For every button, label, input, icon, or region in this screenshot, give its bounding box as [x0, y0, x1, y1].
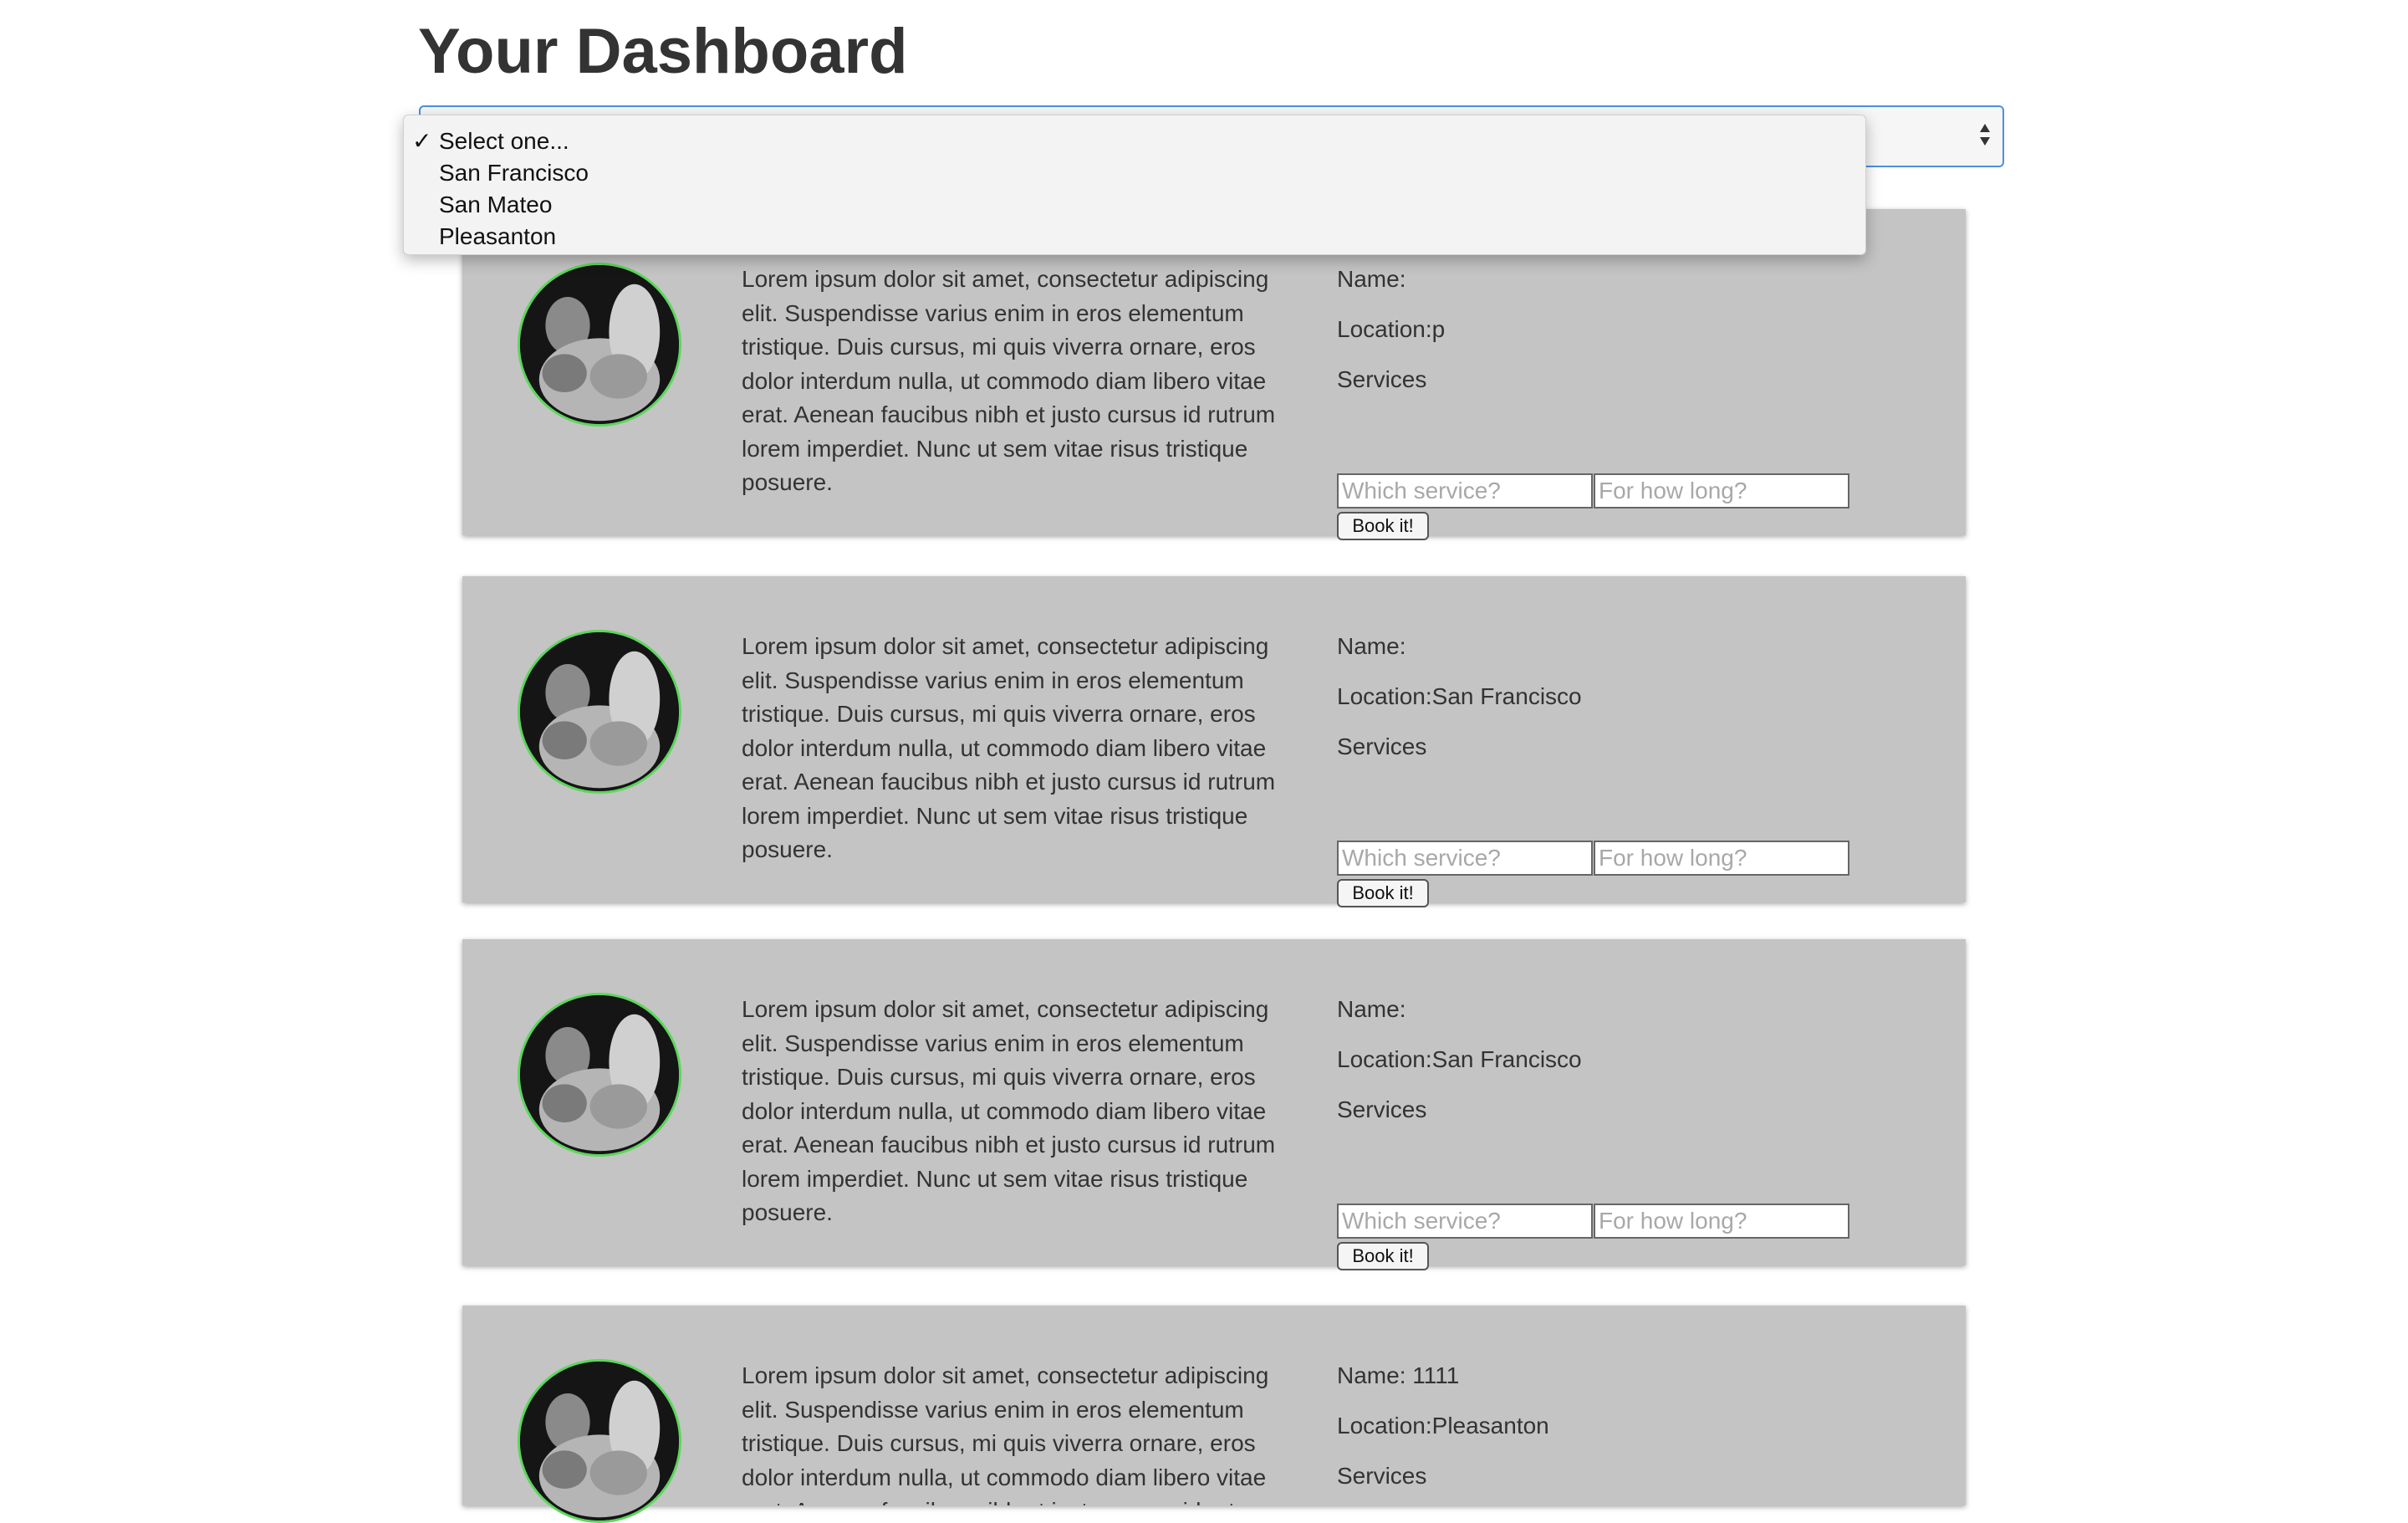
dropdown-option-san-mateo[interactable]: San Mateo [404, 189, 1865, 221]
trainer-location: Location:p [1337, 316, 1446, 342]
page-title: Your Dashboard [418, 16, 908, 87]
trainer-services: Services [1337, 1463, 1427, 1489]
dropdown-option-pleasanton[interactable]: Pleasanton [404, 221, 1865, 253]
option-label: Pleasanton [439, 223, 557, 249]
service-input[interactable] [1337, 1204, 1593, 1239]
duration-input[interactable] [1594, 1204, 1849, 1239]
trainer-name: Name: [1337, 266, 1406, 292]
dropdown-option-select-one[interactable]: ✓ Select one... [404, 125, 1865, 157]
trainer-location: Location:San Francisco [1337, 683, 1582, 709]
trainer-photo-icon [520, 265, 679, 424]
option-label: San Francisco [439, 160, 589, 186]
book-button[interactable]: Book it! [1337, 1242, 1429, 1270]
checkmark-icon: ✓ [412, 128, 432, 154]
duration-input[interactable] [1594, 473, 1849, 509]
trainer-services: Services [1337, 366, 1427, 392]
trainer-photo-icon [520, 632, 679, 791]
trainer-name: Name: [1337, 633, 1406, 659]
trainer-description: Lorem ipsum dolor sit amet, consectetur … [742, 633, 1276, 862]
trainer-description: Lorem ipsum dolor sit amet, consectetur … [742, 266, 1276, 495]
trainer-avatar [518, 993, 681, 1157]
trainer-name: Name: [1337, 996, 1406, 1022]
trainer-card: Lorem ipsum dolor sit amet, consectetur … [462, 576, 1966, 907]
trainer-card: Lorem ipsum dolor sit amet, consectetur … [462, 1306, 1966, 1523]
option-label: San Mateo [439, 192, 553, 217]
book-button[interactable]: Book it! [1337, 879, 1429, 907]
duration-input[interactable] [1594, 841, 1849, 876]
book-button[interactable]: Book it! [1337, 512, 1429, 540]
select-arrows-icon [1980, 124, 1990, 146]
location-dropdown-menu: ✓ Select one... San Francisco San Mateo … [403, 115, 1866, 255]
trainer-avatar [518, 263, 681, 427]
service-input[interactable] [1337, 473, 1593, 509]
trainer-services: Services [1337, 1096, 1427, 1122]
trainer-avatar [518, 630, 681, 794]
trainer-location: Location:Pleasanton [1337, 1413, 1549, 1439]
trainer-photo-icon [520, 995, 679, 1154]
trainer-card: Lorem ipsum dolor sit amet, consectetur … [462, 939, 1966, 1270]
trainer-services: Services [1337, 733, 1427, 759]
trainer-card: Lorem ipsum dolor sit amet, consectetur … [462, 209, 1966, 540]
service-input[interactable] [1337, 841, 1593, 876]
trainer-description: Lorem ipsum dolor sit amet, consectetur … [742, 996, 1276, 1225]
dropdown-option-san-francisco[interactable]: San Francisco [404, 157, 1865, 189]
trainer-location: Location:San Francisco [1337, 1046, 1582, 1072]
trainer-name: Name: 1111 [1337, 1362, 1460, 1388]
card-clip: Lorem ipsum dolor sit amet, consectetur … [462, 1306, 1966, 1505]
option-label: Select one... [439, 128, 569, 154]
trainer-description: Lorem ipsum dolor sit amet, consectetur … [742, 1362, 1275, 1505]
